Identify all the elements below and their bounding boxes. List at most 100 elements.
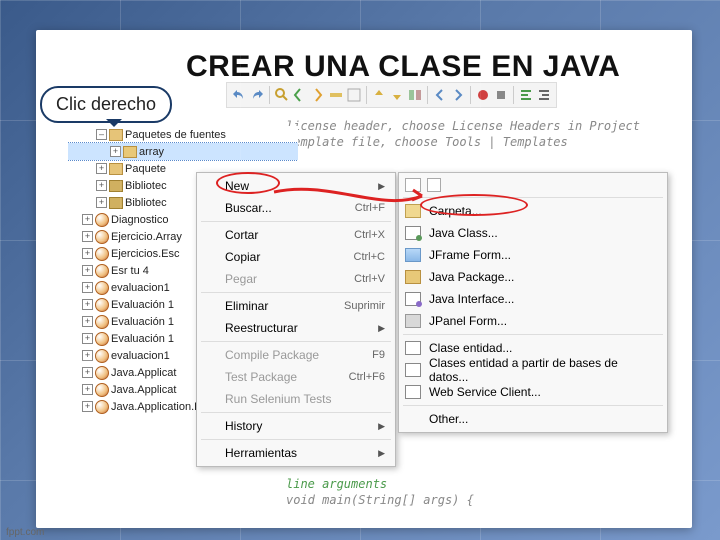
submenu-item-java-class[interactable]: Java Class... — [399, 222, 667, 244]
java-project-icon — [95, 281, 109, 295]
menu-shortcut: F9 — [372, 349, 385, 361]
expand-icon[interactable]: + — [96, 197, 107, 208]
submenu-item-label: JFrame Form... — [429, 248, 511, 262]
indent-icon[interactable] — [536, 87, 552, 103]
expand-icon[interactable]: + — [82, 265, 93, 276]
icon-form-icon — [405, 248, 421, 262]
footer-credit: fppt.com — [6, 527, 44, 538]
prev-match-icon[interactable] — [292, 87, 308, 103]
blank-doc-icon — [427, 178, 441, 192]
submenu-item-jframe-form[interactable]: JFrame Form... — [399, 244, 667, 266]
menu-item-history[interactable]: History▶ — [197, 415, 395, 437]
expand-icon[interactable]: + — [82, 384, 93, 395]
menu-item-label: Copiar — [225, 250, 260, 264]
icon-ws-icon — [405, 385, 421, 399]
tree-label: Bibliotec — [125, 197, 167, 209]
expand-icon[interactable]: + — [82, 367, 93, 378]
expand-icon[interactable]: + — [82, 214, 93, 225]
expand-icon[interactable]: + — [82, 333, 93, 344]
find-icon[interactable] — [274, 87, 290, 103]
submenu-item-carpeta[interactable]: Carpeta... — [399, 200, 667, 222]
menu-item-compile-package: Compile Package F9 — [197, 344, 395, 366]
menu-shortcut: Ctrl+F6 — [349, 371, 385, 383]
slide-card: CREAR UNA CLASE EN JAVA Clic derecho lic… — [36, 30, 692, 528]
menu-shortcut: Ctrl+V — [354, 273, 385, 285]
menu-item-cortar[interactable]: CortarCtrl+X — [197, 224, 395, 246]
tree-node-selected-package[interactable]: + array — [68, 143, 298, 160]
expand-icon[interactable]: + — [82, 282, 93, 293]
bookmark-up-icon[interactable] — [371, 87, 387, 103]
submenu-item-label: JPanel Form... — [429, 314, 507, 328]
submenu-item-label: Clase entidad... — [429, 341, 512, 355]
icon-pkg-icon — [405, 270, 421, 284]
expand-icon[interactable]: + — [110, 146, 121, 157]
expand-icon[interactable]: + — [96, 180, 107, 191]
menu-separator — [201, 439, 391, 440]
toolbar-separator — [427, 86, 428, 104]
next-match-icon[interactable] — [310, 87, 326, 103]
java-project-icon — [95, 332, 109, 346]
menu-item-label: Run Selenium Tests — [225, 392, 332, 406]
record-icon[interactable] — [475, 87, 491, 103]
expand-icon[interactable]: + — [82, 350, 93, 361]
menu-item-label: Herramientas — [225, 446, 297, 460]
icon-class-icon — [405, 226, 421, 240]
menu-item-eliminar[interactable]: EliminarSuprimir — [197, 295, 395, 317]
menu-item-new[interactable]: New▶ — [197, 175, 395, 197]
nav-forward-icon[interactable] — [450, 87, 466, 103]
submenu-item-java-interface[interactable]: Java Interface... — [399, 288, 667, 310]
tree-label: Bibliotec — [125, 180, 167, 192]
redo-icon[interactable] — [249, 87, 265, 103]
clear-icon[interactable] — [346, 87, 362, 103]
java-project-icon — [95, 383, 109, 397]
expand-icon[interactable]: + — [82, 299, 93, 310]
submenu-item-other[interactable]: Other... — [399, 408, 667, 430]
menu-item-buscar[interactable]: Buscar...Ctrl+F — [197, 197, 395, 219]
menu-item-label: Eliminar — [225, 299, 268, 313]
expand-icon[interactable]: + — [82, 316, 93, 327]
submenu-item-jpanel-form[interactable]: JPanel Form... — [399, 310, 667, 332]
menu-item-label: Reestructurar — [225, 321, 298, 335]
new-submenu[interactable]: Carpeta... Java Class... JFrame Form... Jav… — [398, 172, 668, 433]
submenu-arrow-icon: ▶ — [378, 181, 385, 192]
highlight-icon[interactable] — [328, 87, 344, 103]
stop-icon[interactable] — [493, 87, 509, 103]
java-project-icon — [95, 247, 109, 261]
nav-back-icon[interactable] — [432, 87, 448, 103]
menu-item-copiar[interactable]: CopiarCtrl+C — [197, 246, 395, 268]
bookmark-down-icon[interactable] — [389, 87, 405, 103]
toolbar-separator — [269, 86, 270, 104]
submenu-item-web-service-client[interactable]: Web Service Client... — [399, 381, 667, 403]
java-project-icon — [95, 315, 109, 329]
expand-icon[interactable]: + — [82, 231, 93, 242]
menu-item-label: Test Package — [225, 370, 297, 384]
submenu-item-label: Java Class... — [429, 226, 498, 240]
menu-item-test-package: Test Package Ctrl+F6 — [197, 366, 395, 388]
java-project-icon — [95, 400, 109, 414]
tree-label: Ejercicios.Esc — [111, 248, 179, 260]
menu-item-herramientas[interactable]: Herramientas▶ — [197, 442, 395, 464]
menu-item-reestructurar[interactable]: Reestructurar▶ — [197, 317, 395, 339]
expand-icon[interactable]: + — [96, 163, 107, 174]
menu-shortcut: Ctrl+X — [354, 229, 385, 241]
context-menu[interactable]: New▶Buscar...Ctrl+FCortarCtrl+XCopiarCtr… — [196, 172, 396, 467]
tree-node-sources[interactable]: – Paquetes de fuentes — [68, 126, 298, 143]
tree-label: Esr tu 4 — [111, 265, 149, 277]
format-icon[interactable] — [518, 87, 534, 103]
expand-icon[interactable]: + — [82, 248, 93, 259]
submenu-item-java-package[interactable]: Java Package... — [399, 266, 667, 288]
callout-label: Clic derecho — [40, 86, 172, 123]
tree-label: Evaluación 1 — [111, 333, 174, 345]
menu-item-label: History — [225, 419, 262, 433]
icon-iface-icon — [405, 292, 421, 306]
tree-label: evaluacion1 — [111, 282, 170, 294]
menu-item-pegar: PegarCtrl+V — [197, 268, 395, 290]
undo-icon[interactable] — [231, 87, 247, 103]
editor-partial-bottom: line arguments void main(String[] args) … — [276, 470, 686, 520]
tree-label: Paquete — [125, 163, 166, 175]
menu-item-label: Compile Package — [225, 348, 319, 362]
expand-icon[interactable]: + — [82, 401, 93, 412]
submenu-item-clases-entidad-a-partir-de-bases-de-datos[interactable]: Clases entidad a partir de bases de dato… — [399, 359, 667, 381]
diff-icon[interactable] — [407, 87, 423, 103]
library-icon — [109, 180, 123, 192]
